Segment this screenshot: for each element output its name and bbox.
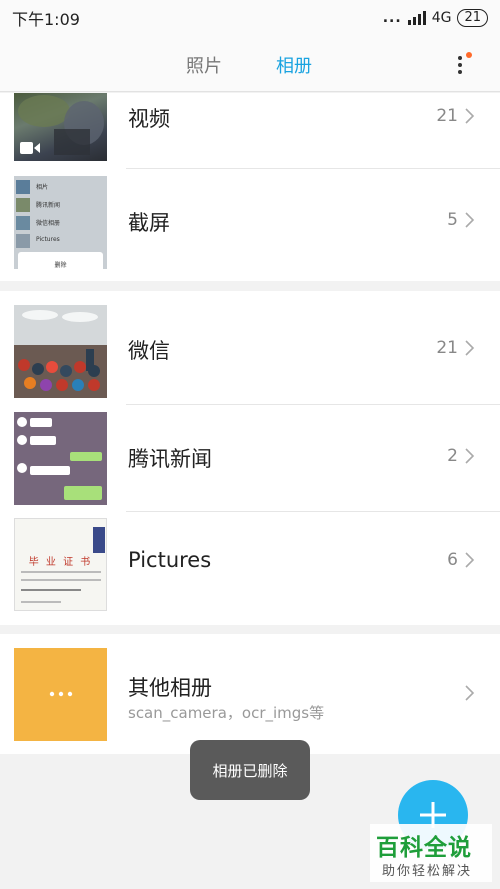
album-name: 其他相册 bbox=[128, 676, 212, 700]
album-thumbnail-tencent-news bbox=[14, 412, 107, 505]
more-dots-icon bbox=[49, 691, 73, 697]
notification-dot bbox=[466, 52, 472, 58]
album-thumbnail-other bbox=[14, 648, 107, 741]
album-section-apps: 微信 21 腾讯新闻 2 毕 业 证 书 Pictures 6 bbox=[0, 291, 500, 625]
status-indicators: ... 4G 21 bbox=[383, 9, 488, 27]
album-row-videos[interactable]: 视频 21 bbox=[0, 93, 500, 169]
album-name: 截屏 bbox=[128, 211, 170, 235]
battery-icon: 21 bbox=[457, 9, 488, 27]
album-thumbnail-pictures: 毕 业 证 书 bbox=[14, 518, 107, 611]
signal-dots-icon: ... bbox=[382, 10, 402, 26]
network-type: 4G bbox=[431, 10, 452, 26]
toast-message: 相册已删除 bbox=[190, 740, 310, 800]
top-tab-bar: 照片 相册 bbox=[0, 36, 500, 92]
chevron-right-icon bbox=[465, 448, 475, 464]
chevron-right-icon bbox=[465, 685, 475, 701]
watermark-title: 百科全说 bbox=[376, 835, 472, 861]
certificate-title: 毕 业 证 书 bbox=[28, 557, 93, 568]
status-time: 下午1:09 bbox=[12, 10, 80, 29]
album-row-other[interactable]: 其他相册 scan_camera，ocr_imgs等 bbox=[0, 634, 500, 754]
signal-strength-icon bbox=[407, 11, 426, 25]
chevron-right-icon bbox=[465, 108, 475, 124]
tab-photos[interactable]: 照片 bbox=[186, 52, 222, 78]
album-name: 腾讯新闻 bbox=[128, 447, 212, 471]
status-bar: 下午1:09 ... 4G 21 bbox=[0, 0, 500, 36]
album-thumbnail-videos bbox=[14, 93, 107, 161]
tab-albums[interactable]: 相册 bbox=[276, 52, 312, 78]
video-camera-icon bbox=[20, 142, 40, 154]
chevron-right-icon bbox=[465, 212, 475, 228]
album-section-other: 其他相册 scan_camera，ocr_imgs等 bbox=[0, 634, 500, 754]
chevron-right-icon bbox=[465, 552, 475, 568]
battery-level: 21 bbox=[464, 10, 481, 25]
album-count: 6 bbox=[447, 550, 458, 570]
album-count: 5 bbox=[447, 210, 458, 230]
thumb-text: 微信相册 bbox=[36, 220, 61, 227]
chevron-right-icon bbox=[465, 340, 475, 356]
album-name: 视频 bbox=[128, 107, 170, 131]
album-row-pictures[interactable]: 毕 业 证 书 Pictures 6 bbox=[0, 512, 500, 625]
watermark-subtitle: 助你轻松解决 bbox=[382, 864, 473, 879]
watermark-logo: 百科全说 助你轻松解决 bbox=[370, 824, 492, 882]
album-thumbnail-wechat bbox=[14, 305, 107, 398]
toast-text: 相册已删除 bbox=[212, 761, 288, 780]
album-count: 21 bbox=[436, 338, 458, 358]
thumb-text: 腾讯新闻 bbox=[36, 202, 61, 209]
album-row-screenshots[interactable]: 相片 腾讯新闻 微信相册 Pictures 删除 截屏 5 bbox=[0, 169, 500, 281]
thumb-text: 相片 bbox=[36, 184, 49, 191]
album-section-system: 视频 21 相片 腾讯新闻 微信相册 Pictures 删除 截屏 5 bbox=[0, 93, 500, 281]
album-thumbnail-screenshots: 相片 腾讯新闻 微信相册 Pictures 删除 bbox=[14, 176, 107, 269]
album-name: 微信 bbox=[128, 339, 170, 363]
album-name: Pictures bbox=[128, 548, 212, 572]
more-options-button[interactable] bbox=[452, 50, 472, 80]
album-row-tencent-news[interactable]: 腾讯新闻 2 bbox=[0, 405, 500, 512]
album-count: 2 bbox=[447, 446, 458, 466]
album-subtitle: scan_camera，ocr_imgs等 bbox=[128, 704, 325, 722]
album-count: 21 bbox=[436, 106, 458, 126]
thumb-text: 删除 bbox=[54, 262, 67, 269]
thumb-text: Pictures bbox=[36, 236, 60, 243]
album-row-wechat[interactable]: 微信 21 bbox=[0, 291, 500, 405]
